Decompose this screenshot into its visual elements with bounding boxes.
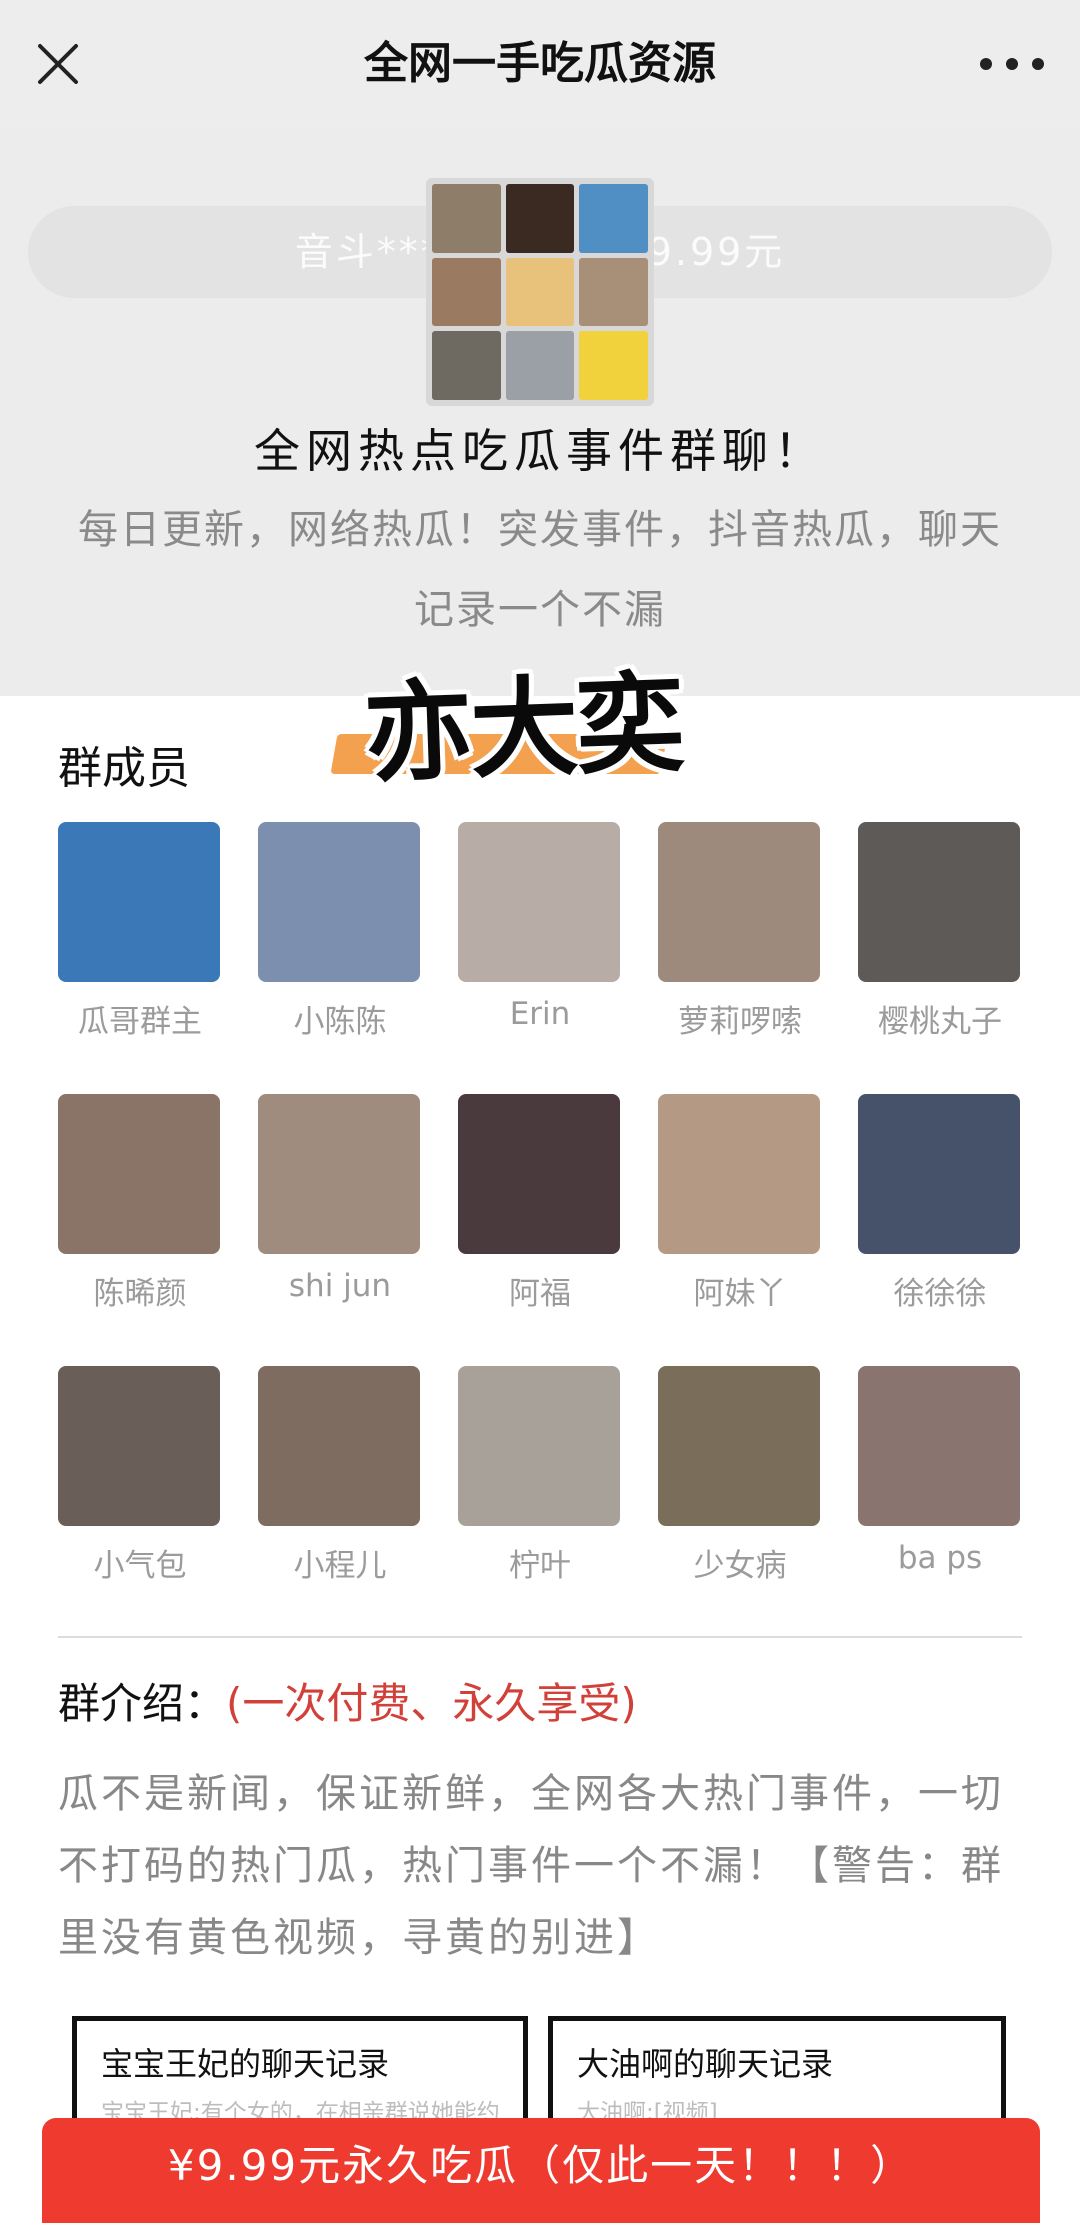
- member-item[interactable]: Erin: [458, 822, 622, 1032]
- intro-body: 瓜不是新闻，保证新鲜，全网各大热门事件，一切不打码的热门瓜，热门事件一个不漏！【…: [58, 1771, 1004, 1961]
- member-item[interactable]: 少女病: [658, 1366, 822, 1585]
- sticker-text: 亦大奕: [362, 661, 685, 798]
- avatar: [458, 822, 620, 982]
- sticker-overlay: 亦大奕: [330, 652, 728, 798]
- member-item[interactable]: 小陈陈: [258, 822, 422, 1041]
- intro-label: 群介绍：: [58, 1679, 227, 1728]
- member-item[interactable]: ba ps: [858, 1366, 1022, 1576]
- member-item[interactable]: 徐徐徐: [858, 1094, 1022, 1313]
- group-avatar-tile: [432, 331, 501, 400]
- member-name: 樱桃丸子: [878, 1004, 1002, 1040]
- member-name: 柠叶: [509, 1548, 571, 1584]
- group-header: 音斗***加入了该群9.99元 全网热点吃瓜事件群聊！ 每日更新，网络热瓜！突发…: [0, 128, 1080, 696]
- avatar: [58, 1094, 220, 1254]
- member-item[interactable]: 阿妹丫: [658, 1094, 822, 1313]
- avatar: [58, 1366, 220, 1526]
- members-label: 群成员: [58, 743, 190, 794]
- divider: [58, 1636, 1022, 1638]
- group-avatar-tile: [432, 257, 501, 327]
- group-avatar-tile: [579, 257, 648, 327]
- member-name: 小程儿: [293, 1548, 387, 1584]
- nav-bar: 全网一手吃瓜资源: [0, 0, 1080, 128]
- chat-title: 大油啊的聊天记录: [577, 2045, 834, 2083]
- avatar: [458, 1366, 620, 1526]
- member-name: 阿福: [509, 1276, 571, 1312]
- group-avatar-tile: [432, 184, 501, 253]
- member-name: 小气包: [93, 1548, 187, 1584]
- avatar: [58, 822, 220, 982]
- group-avatar-tile: [579, 184, 648, 253]
- member-item[interactable]: 樱桃丸子: [858, 822, 1022, 1041]
- member-item[interactable]: 陈晞颜: [58, 1094, 222, 1313]
- group-avatar-tile: [505, 257, 575, 327]
- member-item[interactable]: 阿福: [458, 1094, 622, 1313]
- avatar: [658, 1366, 820, 1526]
- member-item[interactable]: 小气包: [58, 1366, 222, 1585]
- avatar: [858, 822, 1020, 982]
- member-name: Erin: [509, 996, 571, 1032]
- member-item[interactable]: 萝莉啰嗦: [658, 822, 822, 1041]
- avatar: [458, 1094, 620, 1254]
- member-name: 瓜哥群主: [78, 1004, 202, 1040]
- member-item[interactable]: 瓜哥群主: [58, 822, 222, 1041]
- member-name: 萝莉啰嗦: [678, 1004, 802, 1040]
- member-name: 阿妹丫: [693, 1276, 787, 1312]
- avatar: [258, 822, 420, 982]
- avatar: [258, 1094, 420, 1254]
- chat-title: 宝宝王妃的聊天记录: [101, 2045, 390, 2083]
- group-avatar-tile: [505, 184, 575, 253]
- avatar: [858, 1366, 1020, 1526]
- group-title: 全网热点吃瓜事件群聊！: [254, 424, 826, 478]
- group-avatar-tile: [579, 331, 648, 400]
- member-name: shi jun: [288, 1268, 392, 1304]
- group-description: 每日更新，网络热瓜！突发事件，抖音热瓜，聊天记录一个不漏: [78, 507, 1002, 633]
- page-title: 全网一手吃瓜资源: [364, 38, 716, 89]
- member-name: 小陈陈: [293, 1004, 387, 1040]
- member-item[interactable]: 小程儿: [258, 1366, 422, 1585]
- intro-heading: 群介绍：(一次付费、永久享受): [58, 1670, 637, 1731]
- avatar: [258, 1366, 420, 1526]
- avatar: [858, 1094, 1020, 1254]
- member-item[interactable]: shi jun: [258, 1094, 422, 1304]
- member-name: 徐徐徐: [893, 1276, 987, 1312]
- member-name: ba ps: [897, 1540, 983, 1576]
- intro-highlight: (一次付费、永久享受): [226, 1679, 637, 1728]
- avatar: [658, 822, 820, 982]
- buy-button[interactable]: ¥9.99元永久吃瓜（仅此一天！！！）: [42, 2118, 1040, 2223]
- more-icon[interactable]: [980, 36, 1044, 92]
- group-avatar: [426, 178, 654, 406]
- group-avatar-tile: [505, 331, 575, 400]
- avatar: [658, 1094, 820, 1254]
- member-item[interactable]: 柠叶: [458, 1366, 622, 1585]
- member-name: 陈晞颜: [93, 1276, 187, 1312]
- member-name: 少女病: [693, 1548, 787, 1584]
